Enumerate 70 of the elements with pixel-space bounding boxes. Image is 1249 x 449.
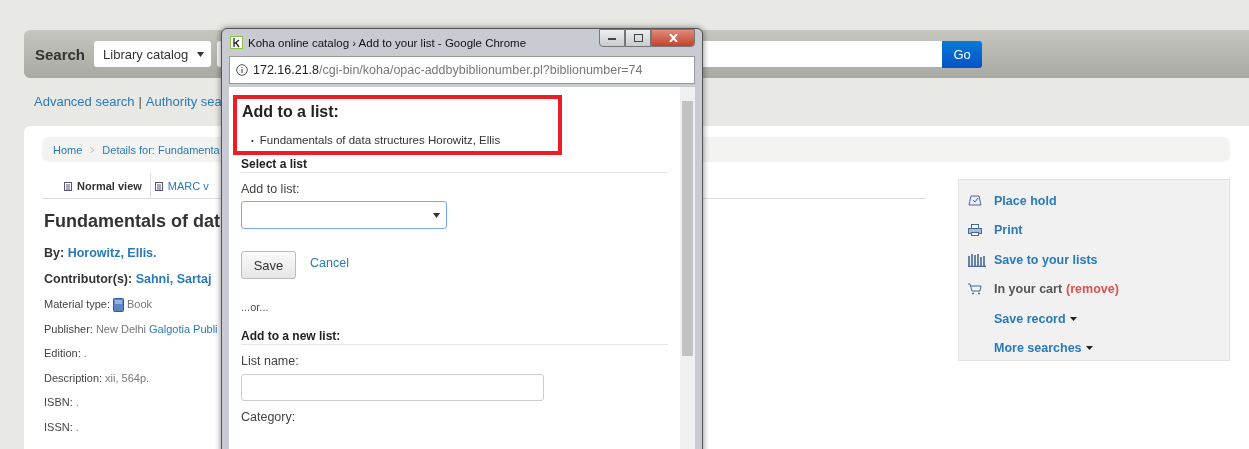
save-button[interactable]: Save	[241, 251, 296, 279]
list-select[interactable]	[241, 201, 447, 229]
field-label: Category:	[241, 410, 297, 424]
close-button[interactable]	[651, 29, 695, 47]
printer-icon	[968, 224, 982, 237]
field-value: .	[83, 347, 87, 359]
record-item: Fundamentals of data structures Horowitz, Ellis	[259, 133, 501, 148]
field-label: ISBN:	[44, 396, 73, 408]
books-icon	[968, 252, 986, 267]
field-value: .	[75, 396, 79, 408]
chevron-icon	[90, 146, 95, 153]
caret-icon	[197, 51, 205, 57]
field-label: Description:	[44, 371, 103, 384]
maximize-icon	[633, 34, 643, 42]
view-tab[interactable]: MARC v	[150, 174, 217, 198]
authority-search-link[interactable]: Authority sea	[145, 94, 222, 110]
record-title: Fundamentals of dat	[44, 211, 220, 232]
field-label: Edition:	[44, 347, 81, 359]
link-separator: |	[138, 94, 142, 110]
action-link[interactable]: More searches	[994, 341, 1082, 356]
or-text: ...or...	[241, 301, 270, 313]
field-value: New Delhi	[95, 322, 147, 335]
go-button[interactable]: Go	[942, 40, 983, 68]
popup-heading: Add to a list:	[242, 103, 340, 121]
search-label: Search	[35, 45, 86, 63]
author-link[interactable]: Horowitz, Ellis.	[67, 246, 157, 260]
close-icon	[668, 34, 678, 42]
field-label: Material type:	[44, 298, 111, 310]
book-icon	[113, 298, 125, 312]
koha-logo-icon	[230, 36, 243, 49]
field-label: Publisher:	[44, 322, 93, 335]
action-link[interactable]: Save to your lists	[994, 252, 1098, 267]
field-label: Add to list:	[241, 182, 301, 196]
hold-icon	[968, 195, 982, 207]
field-value: Book	[127, 298, 153, 310]
info-icon	[236, 64, 248, 76]
view-tab[interactable]: Normal view	[60, 174, 151, 198]
remove-link[interactable]: (remove)	[1066, 282, 1119, 297]
window-title: Koha online catalog › Add to your list - Google Chrome	[248, 36, 528, 49]
author-label: By:	[44, 246, 65, 260]
breadcrumb-link[interactable]: Home	[53, 143, 83, 156]
document-icon	[64, 181, 72, 191]
action-link[interactable]: Print	[994, 223, 1023, 238]
action-link[interactable]: Place hold	[994, 193, 1057, 208]
section-heading: Add to a new list:	[241, 327, 668, 345]
maximize-button[interactable]	[625, 29, 651, 47]
contributors-label: Contributor(s):	[44, 272, 133, 286]
minimize-button[interactable]	[599, 29, 625, 47]
publisher-link[interactable]: Galgotia Publi	[149, 322, 218, 335]
action-link[interactable]: Save record	[994, 311, 1066, 326]
caret-icon	[1085, 346, 1093, 351]
advanced-search-link[interactable]: Advanced search	[34, 94, 135, 110]
field-label: ISSN:	[44, 420, 73, 433]
scope-select[interactable]: Library catalog	[94, 41, 212, 67]
caret-icon	[1069, 316, 1077, 321]
list-bullet: •	[251, 135, 254, 147]
cart-icon	[968, 283, 982, 296]
list-name-field[interactable]	[241, 374, 544, 401]
section-heading: Select a list	[241, 155, 668, 173]
cancel-link[interactable]: Cancel	[310, 256, 349, 270]
field-value: .	[75, 420, 79, 433]
field-label: List name:	[241, 354, 300, 368]
address-bar[interactable]: 172.16.21.8/cgi-bin/koha/opac-addbybiblionumber.pl?biblionumber=74	[229, 56, 695, 84]
url-text: 172.16.21.8/cgi-bin/koha/opac-addbybiblionumber.pl?biblionumber=74	[253, 63, 643, 77]
document-icon	[154, 181, 163, 191]
contributor-link[interactable]: Sahni, Sartaj	[135, 272, 212, 286]
scrollbar[interactable]	[680, 87, 695, 449]
breadcrumb-link[interactable]: Details for: Fundamenta	[102, 143, 220, 156]
caret-icon	[433, 212, 440, 218]
field-value: xii, 564p.	[105, 371, 150, 384]
